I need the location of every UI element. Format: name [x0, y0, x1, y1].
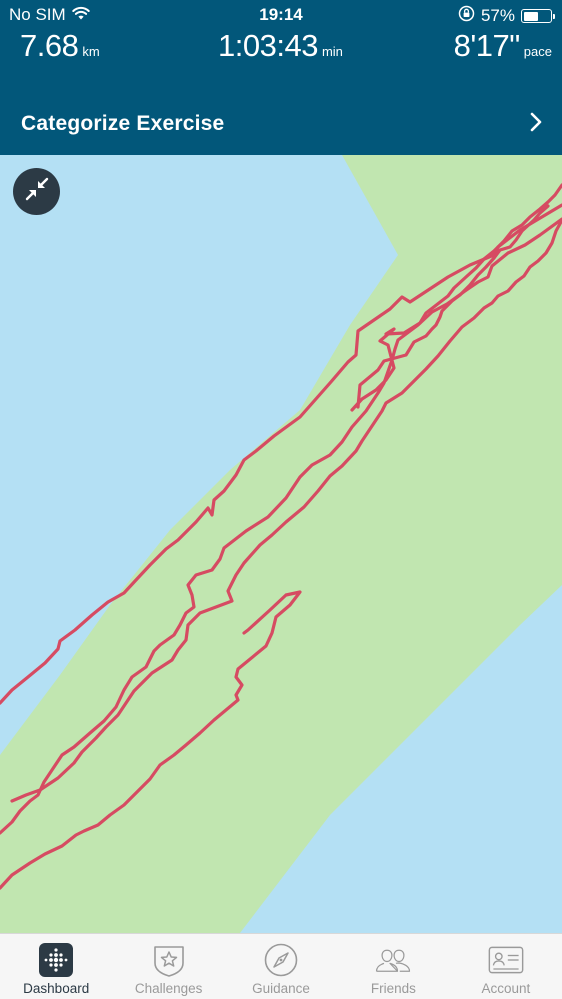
tab-account-label: Account — [481, 981, 531, 996]
workout-header: No SIM 19:14 57% 7.68 km 1:03:43 min 8'1… — [0, 0, 562, 155]
duration-value: 1:03:43 — [218, 28, 318, 63]
pace-value: 8'17" — [453, 28, 521, 63]
pace-unit: pace — [523, 44, 552, 59]
battery-icon — [521, 9, 555, 23]
land-area — [0, 155, 562, 933]
duration-stat: 1:03:43 min — [218, 28, 343, 64]
distance-unit: km — [82, 44, 100, 59]
tab-guidance[interactable]: Guidance — [225, 934, 337, 999]
dashboard-dots-icon — [38, 942, 74, 978]
categorize-exercise-button[interactable]: Categorize Exercise — [0, 100, 562, 148]
status-bar: No SIM 19:14 57% — [0, 0, 562, 30]
distance-value: 7.68 — [20, 28, 79, 63]
tab-friends-label: Friends — [370, 981, 416, 996]
duration-unit: min — [321, 44, 343, 59]
pace-stat: 8'17" pace — [454, 28, 552, 64]
battery-percent: 57% — [480, 6, 515, 25]
categorize-exercise-label: Categorize Exercise — [21, 112, 225, 135]
friends-icon — [375, 942, 411, 978]
compass-icon — [263, 942, 299, 978]
tab-account[interactable]: Account — [450, 934, 562, 999]
workout-stats: 7.68 km 1:03:43 min 8'17" pace — [0, 28, 562, 68]
tab-friends[interactable]: Friends — [337, 934, 449, 999]
tab-bar: Dashboard Challenges Guidance Friends Ac… — [0, 933, 562, 999]
battery-fill — [523, 11, 539, 21]
map-canvas — [0, 155, 562, 933]
tab-challenges-label: Challenges — [134, 981, 203, 996]
route-map[interactable] — [0, 155, 562, 933]
distance-stat: 7.68 km — [20, 28, 100, 64]
tab-challenges[interactable]: Challenges — [112, 934, 224, 999]
orientation-lock-icon — [458, 5, 475, 27]
tab-dashboard-label: Dashboard — [23, 981, 90, 996]
chevron-right-icon — [530, 112, 542, 137]
collapse-arrows-icon — [24, 176, 50, 207]
tab-guidance-label: Guidance — [252, 981, 310, 996]
id-card-icon — [488, 942, 524, 978]
collapse-map-button[interactable] — [13, 168, 60, 215]
star-badge-icon — [151, 942, 187, 978]
status-right: 57% — [458, 5, 555, 27]
tab-dashboard[interactable]: Dashboard — [0, 934, 112, 999]
